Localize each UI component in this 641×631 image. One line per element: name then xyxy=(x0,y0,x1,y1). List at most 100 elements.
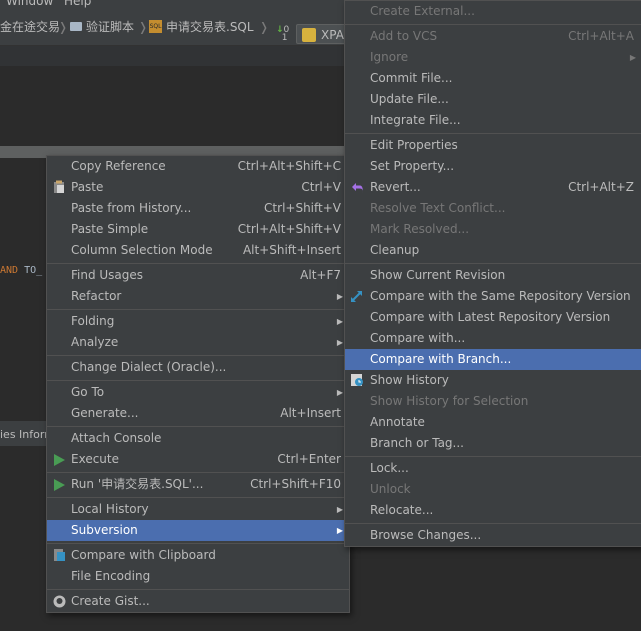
menu-item-label: Set Property... xyxy=(370,159,455,173)
context-menu-item-folding[interactable]: Folding ▶ xyxy=(47,311,349,332)
subversion-menu-item-update-file[interactable]: Update File... xyxy=(345,89,641,110)
menu-separator xyxy=(47,426,349,427)
subversion-menu-item-revert[interactable]: Revert... Ctrl+Alt+Z xyxy=(345,177,641,198)
folder-icon xyxy=(70,22,82,31)
context-menu-item-column-selection-mode[interactable]: Column Selection Mode Alt+Shift+Insert xyxy=(47,240,349,261)
subversion-menu-item-compare-with-branch[interactable]: Compare with Branch... xyxy=(345,349,641,370)
submenu-arrow-icon: ▶ xyxy=(336,317,343,326)
subversion-menu-item-compare-with-the-same-repository-version[interactable]: Compare with the Same Repository Version xyxy=(345,286,641,307)
xpath-label: XPA xyxy=(321,28,344,42)
menu-item-shortcut: Alt+Shift+Insert xyxy=(242,243,341,257)
menu-item-shortcut: Ctrl+Alt+Shift+C xyxy=(237,159,341,173)
menu-item-label: Create Gist... xyxy=(71,594,150,608)
menu-item-label: Copy Reference xyxy=(71,159,166,173)
menu-separator xyxy=(345,24,641,25)
submenu-arrow-icon: ▶ xyxy=(336,292,343,301)
context-menu-item-analyze[interactable]: Analyze ▶ xyxy=(47,332,349,353)
subversion-menu-item-branch-or-tag[interactable]: Branch or Tag... xyxy=(345,433,641,454)
menu-item-label: Find Usages xyxy=(71,268,144,282)
subversion-menu-item-resolve-text-conflict: Resolve Text Conflict... xyxy=(345,198,641,219)
menu-separator xyxy=(47,497,349,498)
context-menu-item-compare-with-clipboard[interactable]: Compare with Clipboard xyxy=(47,545,349,566)
subversion-menu-item-relocate[interactable]: Relocate... xyxy=(345,500,641,521)
breadcrumb-label: 申请交易表.SQL xyxy=(166,20,254,34)
subversion-menu-item-show-current-revision[interactable]: Show Current Revision xyxy=(345,265,641,286)
menu-separator xyxy=(47,589,349,590)
menu-item-label: Column Selection Mode xyxy=(71,243,213,257)
menu-item-shortcut: Ctrl+Enter xyxy=(277,452,341,466)
subversion-menu-item-integrate-file[interactable]: Integrate File... xyxy=(345,110,641,131)
subversion-menu-item-lock[interactable]: Lock... xyxy=(345,458,641,479)
breadcrumb-item[interactable]: 金在途交易 xyxy=(0,18,60,36)
context-menu-item-attach-console[interactable]: Attach Console xyxy=(47,428,349,449)
context-menu-item-file-encoding[interactable]: File Encoding xyxy=(47,566,349,587)
context-menu-item-execute[interactable]: Execute Ctrl+Enter xyxy=(47,449,349,470)
submenu-arrow-icon: ▶ xyxy=(336,388,343,397)
menu-item-shortcut: Alt+Insert xyxy=(280,406,341,420)
menu-help[interactable]: Help xyxy=(64,0,91,8)
menu-item-label: Edit Properties xyxy=(370,138,458,152)
context-menu-item-local-history[interactable]: Local History ▶ xyxy=(47,499,349,520)
menu-item-shortcut: Ctrl+Shift+V xyxy=(264,201,341,215)
menu-item-label: File Encoding xyxy=(71,569,151,583)
menu-item-label: Change Dialect (Oracle)... xyxy=(71,360,227,374)
menu-item-label: Analyze xyxy=(71,335,119,349)
menu-item-label: Local History xyxy=(71,502,149,516)
menu-item-label: Update File... xyxy=(370,92,449,106)
menu-item-shortcut: Ctrl+Shift+F10 xyxy=(250,477,341,491)
breadcrumb-label: 验证脚本 xyxy=(86,20,135,34)
breadcrumb-item[interactable]: 验证脚本 xyxy=(70,18,134,36)
menu-item-label: Lock... xyxy=(370,461,409,475)
subversion-menu-item-compare-with-latest-repository-version[interactable]: Compare with Latest Repository Version xyxy=(345,307,641,328)
menu-separator xyxy=(47,355,349,356)
menu-item-label: Resolve Text Conflict... xyxy=(370,201,506,215)
sort-icon[interactable]: ↓0 1 xyxy=(276,26,289,43)
submenu-arrow-icon: ▶ xyxy=(336,505,343,514)
code-keyword: AND xyxy=(0,265,19,276)
menu-item-shortcut: Ctrl+V xyxy=(301,180,341,194)
subversion-menu-item-browse-changes[interactable]: Browse Changes... xyxy=(345,525,641,546)
context-menu-item-generate[interactable]: Generate... Alt+Insert xyxy=(47,403,349,424)
subversion-menu-item-show-history[interactable]: Show History xyxy=(345,370,641,391)
menu-item-shortcut: Ctrl+Alt+Z xyxy=(568,180,634,194)
menu-item-label: Go To xyxy=(71,385,105,399)
menu-item-label: Annotate xyxy=(370,415,425,429)
menu-separator xyxy=(345,263,641,264)
subversion-menu-item-edit-properties[interactable]: Edit Properties xyxy=(345,135,641,156)
menu-item-label: Integrate File... xyxy=(370,113,461,127)
subversion-menu-item-create-external: Create External... xyxy=(345,1,641,22)
subversion-menu-item-commit-file[interactable]: Commit File... xyxy=(345,68,641,89)
subversion-menu-item-compare-with[interactable]: Compare with... xyxy=(345,328,641,349)
menu-item-label: Show Current Revision xyxy=(370,268,506,282)
menu-item-label: Create External... xyxy=(370,4,475,18)
code-line: AND TO_ xyxy=(0,265,42,276)
menu-item-label: Show History xyxy=(370,373,449,387)
breadcrumb-item[interactable]: SQL 申请交易表.SQL xyxy=(149,18,254,36)
context-menu-item-find-usages[interactable]: Find Usages Alt+F7 xyxy=(47,265,349,286)
menu-window[interactable]: Window xyxy=(6,0,53,8)
github-icon xyxy=(52,594,66,615)
subversion-menu-item-annotate[interactable]: Annotate xyxy=(345,412,641,433)
context-menu-item-subversion[interactable]: Subversion ▶ xyxy=(47,520,349,541)
menu-item-label: Ignore xyxy=(370,50,409,64)
submenu-arrow-icon: ▶ xyxy=(629,53,636,62)
menu-item-label: Paste from History... xyxy=(71,201,192,215)
menu-item-label: Folding xyxy=(71,314,115,328)
subversion-menu-item-set-property[interactable]: Set Property... xyxy=(345,156,641,177)
subversion-menu-item-add-to-vcs: Add to VCS Ctrl+Alt+A xyxy=(345,26,641,47)
context-menu-item-go-to[interactable]: Go To ▶ xyxy=(47,382,349,403)
context-menu-item-refactor[interactable]: Refactor ▶ xyxy=(47,286,349,307)
context-menu-item-paste-simple[interactable]: Paste Simple Ctrl+Alt+Shift+V xyxy=(47,219,349,240)
context-menu-item-paste-from-history[interactable]: Paste from History... Ctrl+Shift+V xyxy=(47,198,349,219)
subversion-menu-item-show-history-for-selection: Show History for Selection xyxy=(345,391,641,412)
context-menu-item-paste[interactable]: Paste Ctrl+V xyxy=(47,177,349,198)
context-menu-item-create-gist[interactable]: Create Gist... xyxy=(47,591,349,612)
subversion-menu-item-cleanup[interactable]: Cleanup xyxy=(345,240,641,261)
menu-separator xyxy=(345,456,641,457)
breadcrumb-separator: ❭ xyxy=(259,20,270,34)
menu-item-label: Subversion xyxy=(71,523,138,537)
menu-item-label: Compare with Clipboard xyxy=(71,548,216,562)
context-menu-item-run-sql[interactable]: Run '申请交易表.SQL'... Ctrl+Shift+F10 xyxy=(47,474,349,495)
context-menu-item-change-dialect-oracle[interactable]: Change Dialect (Oracle)... xyxy=(47,357,349,378)
context-menu-item-copy-reference[interactable]: Copy Reference Ctrl+Alt+Shift+C xyxy=(47,156,349,177)
